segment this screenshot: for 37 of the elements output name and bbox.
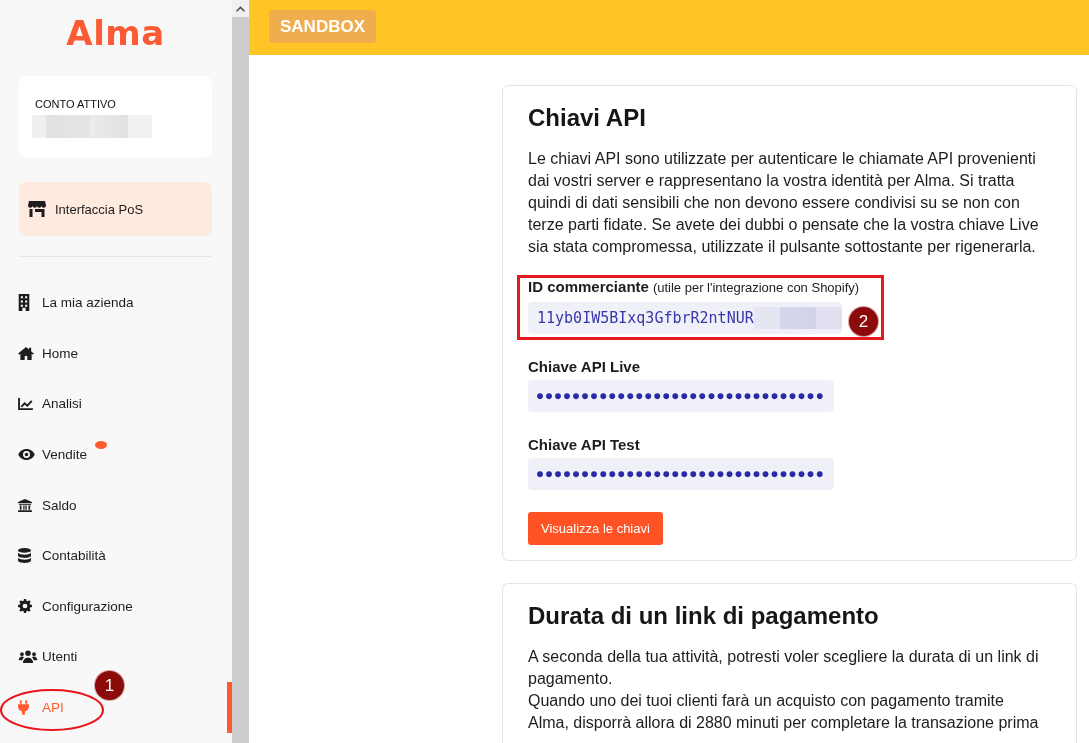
field-label: ID commerciante <box>528 277 649 297</box>
environment-badge: SANDBOX <box>269 10 376 43</box>
nav-item[interactable]: La mia azienda <box>0 277 232 329</box>
settings-icon <box>18 599 32 614</box>
nav-item[interactable]: Saldo <box>0 479 232 531</box>
card-title: Durata di un link di pagamento <box>528 601 880 631</box>
scroll-up-button[interactable] <box>232 0 249 17</box>
masked-key: ●●●●●●●●●●●●●●●●●●●●●●●●●●●●●●●● <box>537 386 826 406</box>
paragraph: Le chiavi API sono utilizzate per autenticare le chiamate API provenienti dai vostri server e rappresentano la vostra identità per Alma. Si tratta quindi di dati sensibili che non devono essere condivisi su se non con terze parti fidate. Se avete dei dubbi o pensate che la vostra chiave Live sia stata compromessa, utilizzate il pulsante sottostante per rigenerarla. <box>528 149 1040 257</box>
field-label: Chiave API Test <box>528 435 640 455</box>
plug-icon <box>18 700 29 716</box>
step-number-marker: 1 <box>95 671 124 701</box>
nav-item[interactable]: Contabilità <box>0 530 232 582</box>
nav-item[interactable]: Configurazione <box>0 581 232 632</box>
caret-icon <box>236 5 245 12</box>
paragraph: A seconda della tua attività, potresti voler scegliere la durata di un link di pagamento. <box>528 647 1040 689</box>
eye-icon <box>18 449 35 461</box>
key-value: 11yb0IW5BIxq3GfbrR2ntNUR <box>537 308 754 328</box>
pos-interface-button[interactable]: Interfaccia PoS <box>19 182 212 236</box>
home-icon <box>18 346 34 360</box>
bank-icon <box>18 498 32 512</box>
nav-item[interactable]: Analisi <box>0 378 232 430</box>
line-chart-icon <box>18 398 33 410</box>
field-hint: (utile per l'integrazione con Shopify) <box>652 279 860 297</box>
nav-item[interactable]: Vendite <box>0 429 232 480</box>
field-label: Chiave API Live <box>528 357 640 377</box>
masked-key: ●●●●●●●●●●●●●●●●●●●●●●●●●●●●●●●● <box>537 464 826 484</box>
card-title: Chiavi API <box>528 103 647 133</box>
store-icon <box>28 201 46 217</box>
scrollbar-thumb[interactable] <box>232 17 249 743</box>
database-icon <box>18 548 31 564</box>
users-icon <box>18 650 38 664</box>
step-number-marker: 2 <box>849 307 878 336</box>
account-label: CONTO ATTIVO <box>35 97 116 112</box>
nav-item[interactable]: Home <box>0 328 232 379</box>
building-icon <box>18 294 30 312</box>
paragraph: Quando uno dei tuoi clienti farà un acquisto con pagamento tramite Alma, disporrà allora di 2880 minuti per completare la transazione prima <box>528 691 1040 733</box>
